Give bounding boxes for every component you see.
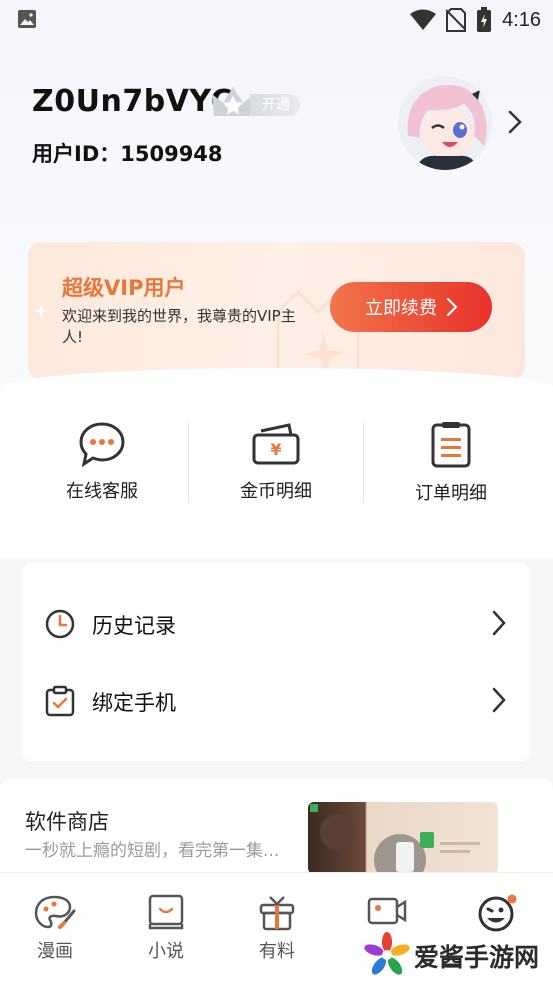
vip-open-label: 开通 <box>250 94 300 116</box>
battery-charging-icon <box>477 7 492 32</box>
watermark: 爱酱手游网 <box>364 932 544 978</box>
store-subtitle: 一秒就上瘾的短剧，看完第一集... <box>25 841 280 861</box>
clock-icon <box>45 609 75 639</box>
status-bar: 4:16 <box>0 0 553 40</box>
vip-banner: 超级VIP用户 欢迎来到我的世界，我尊贵的VIP主人! 立即续费 <box>28 242 525 380</box>
vip-open-badge[interactable]: 开通 <box>210 84 302 124</box>
quick-action-label: 在线客服 <box>66 481 138 502</box>
avatar[interactable] <box>398 76 492 170</box>
gift-icon <box>259 896 295 931</box>
anime-avatar-image <box>398 76 492 170</box>
tab-novels[interactable]: 小说 <box>126 893 206 963</box>
clock-time: 4:16 <box>502 8 541 31</box>
wifi-icon <box>410 9 437 30</box>
tab-featured[interactable]: 有料 <box>237 893 317 963</box>
renew-button-label: 立即续费 <box>365 298 437 319</box>
no-sim-icon <box>446 8 467 32</box>
quick-action-order-details[interactable]: 订单明细 <box>361 415 541 515</box>
smile-face-icon <box>478 894 517 932</box>
store-title: 软件商店 <box>25 810 109 834</box>
chevron-right-icon <box>492 610 506 636</box>
quick-action-label: 金币明细 <box>240 481 312 502</box>
vip-banner-title: 超级VIP用户 <box>62 276 186 300</box>
menu-item-label: 绑定手机 <box>92 691 176 715</box>
order-list-icon <box>431 422 471 468</box>
video-icon <box>367 897 407 925</box>
drama-thumbnail <box>310 804 480 874</box>
user-id: 用户ID：1509948 <box>32 142 223 166</box>
quick-action-label: 订单明细 <box>415 483 487 504</box>
quick-action-customer-service[interactable]: 在线客服 <box>12 415 192 515</box>
wallet-icon: ¥ <box>252 423 300 465</box>
tab-video[interactable] <box>347 893 427 937</box>
palette-icon <box>34 895 76 929</box>
menu-item-history[interactable]: 历史记录 <box>22 594 530 654</box>
quick-action-coin-details[interactable]: ¥ 金币明细 <box>186 415 366 515</box>
vip-banner-description: 欢迎来到我的世界，我尊贵的VIP主人! <box>62 307 296 346</box>
tab-label: 漫画 <box>37 941 73 962</box>
tab-label: 有料 <box>259 941 295 962</box>
profile-chevron-right-icon[interactable] <box>508 110 522 134</box>
pinwheel-logo-icon <box>364 932 410 975</box>
tab-comics[interactable]: 漫画 <box>15 893 95 963</box>
image-notification-icon <box>18 10 36 28</box>
username: Z0Un7bVYC <box>32 84 234 119</box>
clipboard-check-icon <box>45 685 75 717</box>
chevron-right-icon <box>492 687 506 713</box>
menu-item-label: 历史记录 <box>92 614 176 638</box>
chat-bubble-icon <box>79 422 125 467</box>
book-icon <box>148 894 184 930</box>
sparkle-icon <box>34 304 48 318</box>
svg-text:¥: ¥ <box>270 440 281 459</box>
quick-actions: 在线客服 ¥ 金币明细 订单明细 <box>0 415 553 525</box>
menu-item-bind-phone[interactable]: 绑定手机 <box>22 671 530 731</box>
menu-card: 历史记录 绑定手机 <box>22 563 530 761</box>
tab-label: 小说 <box>148 941 184 962</box>
chevron-right-icon <box>447 298 457 316</box>
watermark-text: 爱酱手游网 <box>414 943 540 972</box>
renew-now-button[interactable]: 立即续费 <box>330 282 492 332</box>
store-promo-image[interactable] <box>308 802 498 874</box>
